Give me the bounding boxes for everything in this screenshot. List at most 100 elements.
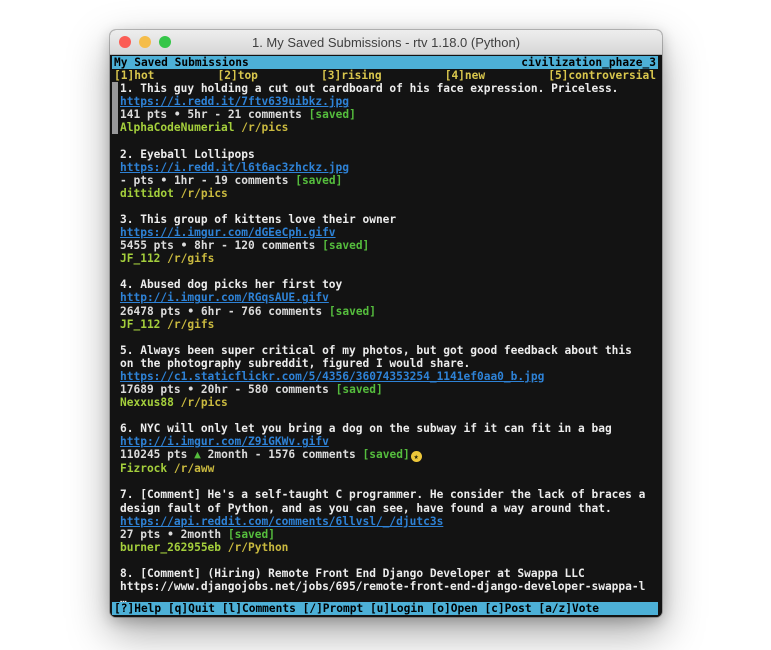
traffic-lights xyxy=(119,36,171,48)
subreddit[interactable]: /r/pics xyxy=(241,121,288,134)
subreddit[interactable]: /r/aww xyxy=(174,462,214,475)
points: 5455 pts xyxy=(120,239,174,252)
upvote-arrow-icon: ▲ xyxy=(194,448,201,461)
terminal-screen: My Saved Submissions civilization_phaze_… xyxy=(110,55,662,617)
submission-url-link[interactable]: http://i.imgur.com/Z9iGKWv.gifv xyxy=(120,435,329,448)
points: 17689 pts xyxy=(120,383,181,396)
submission-url-link[interactable]: https://i.redd.it/7ftv639uibkz.jpg xyxy=(120,95,349,108)
page-title: My Saved Submissions xyxy=(114,56,249,69)
author[interactable]: AlphaCodeNumerial xyxy=(120,121,235,134)
submission-title: 4. Abused dog picks her first toy xyxy=(120,278,662,291)
submission-byline: Nexxus88 /r/pics xyxy=(120,396,662,409)
submission-stats: 27 pts • 2month [saved] xyxy=(120,528,662,541)
subreddit[interactable]: /r/gifs xyxy=(167,252,214,265)
vote-separator-icon: • xyxy=(187,305,194,318)
submission-byline: JF_112 /r/gifs xyxy=(120,252,662,265)
subreddit[interactable]: /r/gifs xyxy=(167,318,214,331)
author[interactable]: dittidot xyxy=(120,187,174,200)
author[interactable]: Nexxus88 xyxy=(120,396,174,409)
tab-top[interactable]: [2]top xyxy=(218,69,258,82)
saved-badge: [saved] xyxy=(309,108,356,121)
age-comments: 2month xyxy=(181,528,221,541)
submission-item-2[interactable]: 2. Eyeball Lollipops https://i.redd.it/l… xyxy=(112,148,662,200)
window-titlebar: 1. My Saved Submissions - rtv 1.18.0 (Py… xyxy=(110,30,662,55)
age-comments: 6hr - 766 comments xyxy=(201,305,322,318)
submission-stats: 5455 pts • 8hr - 120 comments [saved] xyxy=(120,239,662,252)
points: 27 pts xyxy=(120,528,160,541)
submission-url-link[interactable]: https://i.imgur.com/dGEeCph.gifv xyxy=(120,226,336,239)
tab-new[interactable]: [4]new xyxy=(445,69,485,82)
submission-title-wrap: design fault of Python, and as you can s… xyxy=(120,502,662,515)
vote-separator-icon: • xyxy=(174,108,181,121)
tab-hot[interactable]: [1]hot xyxy=(114,69,154,82)
subreddit[interactable]: /r/pics xyxy=(181,187,228,200)
zoom-button[interactable] xyxy=(159,36,171,48)
tab-rising[interactable]: [3]rising xyxy=(321,69,382,82)
author[interactable]: Fizrock xyxy=(120,462,167,475)
submission-title: 1. This guy holding a cut out cardboard … xyxy=(120,82,662,95)
submission-url-link[interactable]: http://i.imgur.com/RGqsAUE.gifv xyxy=(120,291,329,304)
window-title: 1. My Saved Submissions - rtv 1.18.0 (Py… xyxy=(252,35,520,50)
submission-title: 5. Always been super critical of my phot… xyxy=(120,344,662,357)
submission-url[interactable]: https://www.djangojobs.net/jobs/695/remo… xyxy=(120,580,645,593)
saved-badge: [saved] xyxy=(363,448,410,461)
submission-title: 8. [Comment] (Hiring) Remote Front End D… xyxy=(120,567,662,580)
submission-item-6[interactable]: 6. NYC will only let you bring a dog on … xyxy=(112,422,662,475)
submission-byline: JF_112 /r/gifs xyxy=(120,318,662,331)
submission-url-link[interactable]: https://api.reddit.com/comments/6llvsl/_… xyxy=(120,515,443,528)
submission-title: 6. NYC will only let you bring a dog on … xyxy=(120,422,662,435)
submission-url-link[interactable]: https://i.redd.it/l6t6ac3zhckz.jpg xyxy=(120,161,349,174)
author[interactable]: JF_112 xyxy=(120,252,160,265)
submission-byline: dittidot /r/pics xyxy=(120,187,662,200)
submission-title: 2. Eyeball Lollipops xyxy=(120,148,662,161)
submission-list: 1. This guy holding a cut out cardboard … xyxy=(112,82,662,606)
logged-in-user: civilization_phaze_3 xyxy=(521,56,656,69)
saved-badge: [saved] xyxy=(228,528,275,541)
vote-separator-icon: • xyxy=(160,174,167,187)
status-bar: [?]Help [q]Quit [l]Comments [/]Prompt [u… xyxy=(112,602,658,615)
submission-byline: AlphaCodeNumerial /r/pics xyxy=(120,121,662,134)
submission-stats: 17689 pts • 20hr - 580 comments [saved] xyxy=(120,383,662,396)
saved-badge: [saved] xyxy=(329,305,376,318)
submission-item-4[interactable]: 4. Abused dog picks her first toy http:/… xyxy=(112,278,662,330)
submission-title: 7. [Comment] He's a self-taught C progra… xyxy=(120,488,662,501)
points: 26478 pts xyxy=(120,305,181,318)
header-bar: My Saved Submissions civilization_phaze_… xyxy=(112,56,658,69)
submission-stats: - pts • 1hr - 19 comments [saved] xyxy=(120,174,662,187)
subreddit[interactable]: /r/pics xyxy=(181,396,228,409)
vote-separator-icon: • xyxy=(167,528,174,541)
submission-item-5[interactable]: 5. Always been super critical of my phot… xyxy=(112,344,662,409)
submission-item-3[interactable]: 3. This group of kittens love their owne… xyxy=(112,213,662,265)
selection-cursor-bar xyxy=(112,82,118,134)
app-window: 1. My Saved Submissions - rtv 1.18.0 (Py… xyxy=(110,30,662,617)
author[interactable]: burner_262955eb xyxy=(120,541,221,554)
saved-badge: [saved] xyxy=(336,383,383,396)
submission-byline: Fizrock /r/aww xyxy=(120,462,662,475)
points: 141 pts xyxy=(120,108,167,121)
subreddit[interactable]: /r/Python xyxy=(228,541,289,554)
submission-stats: 26478 pts • 6hr - 766 comments [saved] xyxy=(120,305,662,318)
saved-badge: [saved] xyxy=(322,239,369,252)
age-comments: 1hr - 19 comments xyxy=(174,174,289,187)
gilded-star-icon: ★ xyxy=(411,451,422,462)
minimize-button[interactable] xyxy=(139,36,151,48)
points: 110245 pts xyxy=(120,448,187,461)
submission-item-1[interactable]: 1. This guy holding a cut out cardboard … xyxy=(112,82,662,134)
submission-title-wrap: on the photography subreddit, figured I … xyxy=(120,357,662,370)
submission-title: 3. This group of kittens love their owne… xyxy=(120,213,662,226)
submission-item-7[interactable]: 7. [Comment] He's a self-taught C progra… xyxy=(112,488,662,553)
age-comments: 20hr - 580 comments xyxy=(201,383,329,396)
author[interactable]: JF_112 xyxy=(120,318,160,331)
submission-item-8[interactable]: 8. [Comment] (Hiring) Remote Front End D… xyxy=(112,567,662,606)
vote-separator-icon: • xyxy=(187,383,194,396)
vote-separator-icon: • xyxy=(181,239,188,252)
close-button[interactable] xyxy=(119,36,131,48)
points: - pts xyxy=(120,174,154,187)
sort-tabs: [1]hot [2]top [3]rising [4]new [5]contro… xyxy=(112,69,658,82)
submission-stats: 110245 pts ▲ 2month - 1576 comments [sav… xyxy=(120,448,662,462)
submission-stats: 141 pts • 5hr - 21 comments [saved] xyxy=(120,108,662,121)
submission-url-link[interactable]: https://c1.staticflickr.com/5/4356/36074… xyxy=(120,370,544,383)
tab-controversial[interactable]: [5]controversial xyxy=(548,69,656,82)
submission-byline: burner_262955eb /r/Python xyxy=(120,541,662,554)
saved-badge: [saved] xyxy=(295,174,342,187)
